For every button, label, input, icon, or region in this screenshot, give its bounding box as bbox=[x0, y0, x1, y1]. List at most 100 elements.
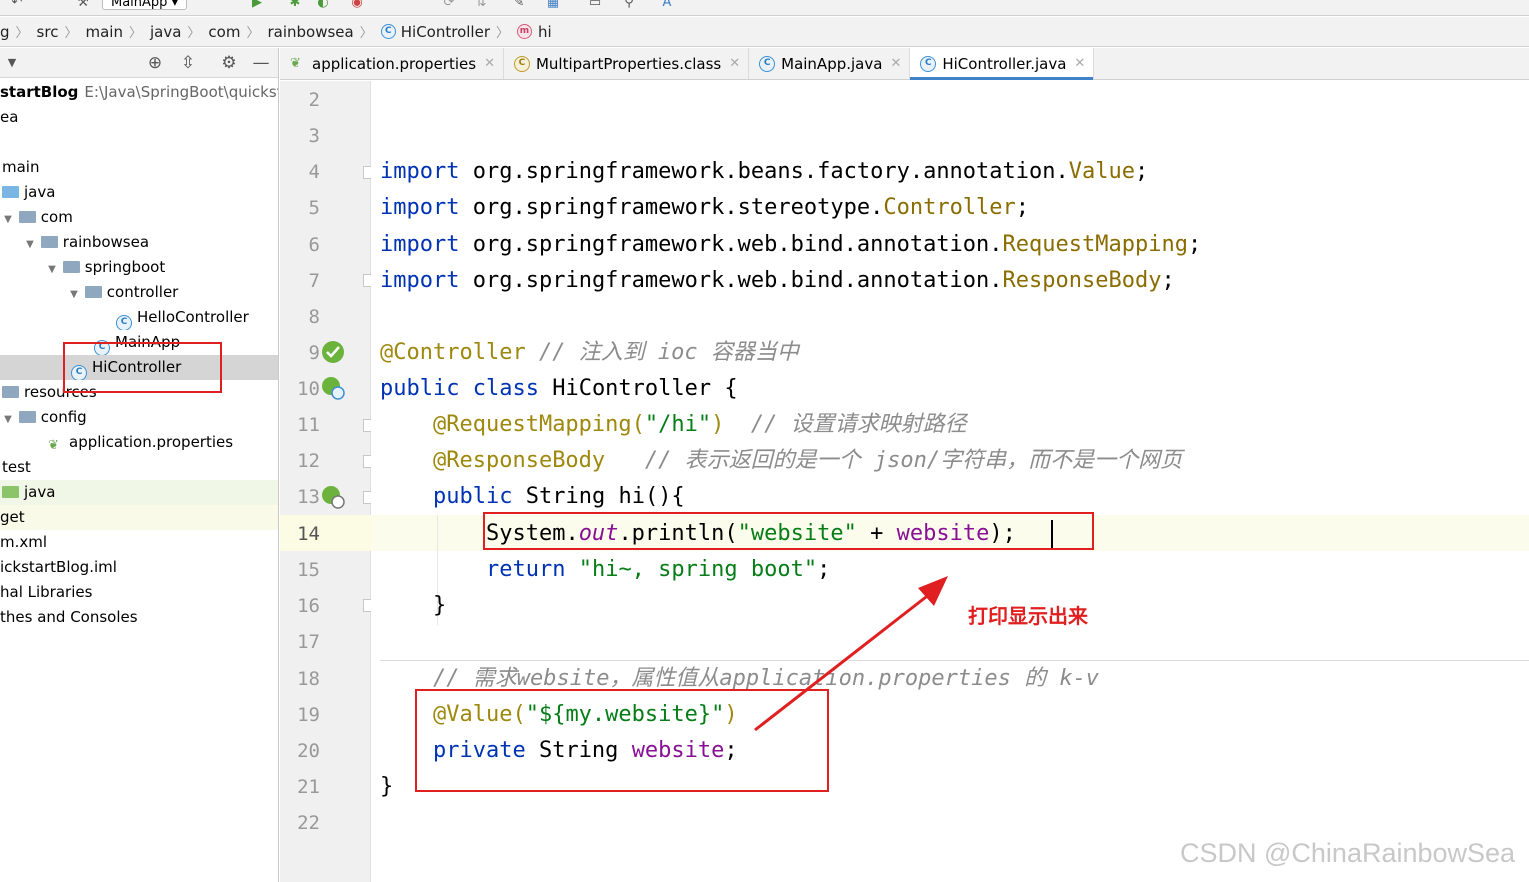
tree-item-com[interactable]: ▼ com bbox=[0, 205, 278, 230]
breadcrumb-label: HiController bbox=[400, 22, 490, 41]
translate-icon[interactable]: A bbox=[658, 0, 676, 10]
code-line-4[interactable]: import org.springframework.beans.factory… bbox=[380, 154, 1148, 190]
tree-item-label: ickstartBlog.iml bbox=[0, 558, 117, 576]
code-line-6[interactable]: import org.springframework.web.bind.anno… bbox=[380, 227, 1201, 263]
dropdown-arrow-icon[interactable]: ▼ bbox=[2, 53, 22, 73]
string-literal: "hi~, spring boot" bbox=[578, 557, 818, 582]
code-line-16[interactable]: } bbox=[380, 588, 446, 624]
collapse-all-icon[interactable]: ⇳ bbox=[178, 53, 198, 73]
breadcrumb-com[interactable]: com bbox=[208, 23, 240, 41]
hammer-icon[interactable]: ⚒ bbox=[74, 0, 92, 10]
close-icon[interactable]: ✕ bbox=[890, 56, 901, 71]
line-number: 20 bbox=[297, 740, 320, 762]
profile-icon[interactable]: ◉ bbox=[348, 0, 366, 10]
tree-item-controller[interactable]: ▼ controller bbox=[0, 280, 278, 305]
frame-icon[interactable]: ▭ bbox=[586, 0, 604, 10]
tree-item-springboot[interactable]: ▼ springboot bbox=[0, 255, 278, 280]
tree-item-target[interactable]: get bbox=[0, 505, 278, 530]
breadcrumb-separator: 〉 bbox=[246, 26, 260, 41]
debug-icon[interactable]: ✱ bbox=[286, 0, 304, 10]
expand-arrow-icon[interactable]: ▼ bbox=[68, 282, 80, 305]
line-number: 9 bbox=[308, 342, 320, 364]
code-line-7[interactable]: import org.springframework.web.bind.anno… bbox=[380, 263, 1175, 299]
search-icon[interactable]: ⚲ bbox=[620, 0, 638, 10]
semicolon: ; bbox=[817, 557, 831, 582]
code-line-5[interactable]: import org.springframework.stereotype.Co… bbox=[380, 190, 1029, 226]
method-declaration: hi(){ bbox=[618, 484, 685, 509]
spring-bean-gutter-icon[interactable] bbox=[320, 375, 346, 401]
spring-bean-gutter-icon[interactable] bbox=[320, 339, 346, 365]
structure-icon[interactable]: ▦ bbox=[544, 0, 562, 10]
comment: // 表示返回的是一个 json/字符串，而不是一个网页 bbox=[644, 448, 1183, 473]
project-tool-window: ▼ ⊕ ⇳ ⚙ — startBlog E:\Java\SpringBoot\qu… bbox=[0, 48, 279, 882]
close-icon[interactable]: ✕ bbox=[729, 56, 740, 71]
keyword: public class bbox=[380, 376, 539, 401]
tree-item-test[interactable]: test bbox=[0, 455, 278, 480]
run-config-label: MainApp bbox=[111, 0, 168, 10]
tree-item-application-properties[interactable]: ❦ application.properties bbox=[0, 430, 278, 455]
code-line-11[interactable]: @RequestMapping("/hi") // 设置请求映射路径 bbox=[380, 407, 967, 443]
breadcrumb-java[interactable]: java bbox=[150, 23, 181, 41]
tree-item-rainbowsea[interactable]: ▼ rainbowsea bbox=[0, 230, 278, 255]
code-line-12[interactable]: @ResponseBody // 表示返回的是一个 json/字符串，而不是一个… bbox=[380, 443, 1182, 479]
request-mapping-gutter-icon[interactable] bbox=[320, 484, 346, 510]
tree-item-scratches[interactable]: thes and Consoles bbox=[0, 605, 278, 630]
code-line-13[interactable]: public String hi(){ bbox=[380, 479, 685, 515]
tree-item-main[interactable]: main bbox=[0, 155, 278, 180]
package-icon bbox=[62, 261, 80, 273]
tree-item-idea[interactable]: ea bbox=[0, 105, 278, 130]
code-line-9[interactable]: @Controller // 注入到 ioc 容器当中 bbox=[380, 335, 799, 371]
tree-item-config[interactable]: ▼ config bbox=[0, 405, 278, 430]
run-icon[interactable]: ▶ bbox=[248, 0, 266, 10]
breadcrumb-method-hi[interactable]: m hi bbox=[517, 23, 552, 41]
tree-item-test-java[interactable]: java bbox=[0, 480, 278, 505]
highlight-box-tree-hicontroller bbox=[63, 342, 222, 393]
coverage-icon[interactable]: ◐ bbox=[314, 0, 332, 10]
method-icon: m bbox=[517, 24, 532, 39]
tree-item-pom-xml[interactable]: m.xml bbox=[0, 530, 278, 555]
update-icon[interactable]: ⟳ bbox=[440, 0, 458, 10]
breadcrumb-main[interactable]: main bbox=[85, 23, 122, 41]
gear-icon[interactable]: ⚙ bbox=[219, 53, 239, 73]
close-icon[interactable]: ✕ bbox=[484, 56, 495, 71]
tree-item-module[interactable]: startBlog E:\Java\SpringBoot\quicksta bbox=[0, 80, 278, 105]
wrench-icon[interactable]: ✎ bbox=[510, 0, 528, 10]
locate-file-icon[interactable]: ⊕ bbox=[145, 53, 165, 73]
tab-mainapp[interactable]: C MainApp.java ✕ bbox=[749, 48, 911, 79]
back-arrow-icon[interactable]: ↶ bbox=[8, 0, 26, 10]
tree-item-iml[interactable]: ickstartBlog.iml bbox=[0, 555, 278, 580]
run-configuration-selector[interactable]: MainApp ▾ bbox=[102, 0, 188, 10]
annotation: @ResponseBody bbox=[432, 448, 606, 473]
code-line-15[interactable]: return "hi~, spring boot"; bbox=[380, 552, 830, 588]
breadcrumb-rainbowsea[interactable]: rainbowsea bbox=[267, 23, 353, 41]
expand-arrow-icon[interactable]: ▼ bbox=[2, 407, 14, 430]
line-number-current: 14 bbox=[297, 523, 320, 545]
tab-application-properties[interactable]: ❦ application.properties ✕ bbox=[280, 48, 504, 79]
breadcrumb-src[interactable]: src bbox=[37, 23, 59, 41]
breadcrumb-separator: 〉 bbox=[64, 26, 78, 41]
breadcrumb-separator: 〉 bbox=[15, 26, 29, 41]
expand-arrow-icon[interactable]: ▼ bbox=[46, 257, 58, 280]
tree-item-java[interactable]: java bbox=[0, 180, 278, 205]
minimize-icon[interactable]: — bbox=[251, 53, 271, 73]
package-name: org.springframework.web.bind.annotation. bbox=[472, 232, 1003, 257]
expand-arrow-icon[interactable]: ▼ bbox=[24, 232, 36, 255]
semicolon: ; bbox=[1161, 268, 1175, 293]
keyword: import bbox=[380, 195, 460, 220]
tree-item-external-libraries[interactable]: hal Libraries bbox=[0, 580, 278, 605]
code-line-21[interactable]: } bbox=[380, 769, 393, 805]
expand-arrow-icon[interactable]: ▼ bbox=[2, 207, 14, 230]
tree-item-hellocontroller[interactable]: C HelloController bbox=[0, 305, 278, 330]
breadcrumb-hicontroller[interactable]: C HiController bbox=[380, 22, 490, 41]
highlight-box-value-field bbox=[415, 689, 829, 792]
close-icon[interactable]: ✕ bbox=[1074, 56, 1085, 71]
breadcrumb-project[interactable]: g bbox=[0, 23, 10, 41]
tab-hicontroller[interactable]: C HiController.java ✕ bbox=[910, 48, 1095, 80]
code-line-10[interactable]: public class HiController { bbox=[380, 371, 738, 407]
annotation: @Controller bbox=[380, 340, 526, 365]
package-icon bbox=[40, 236, 58, 248]
sync-icon[interactable]: ⇅ bbox=[472, 0, 490, 10]
tree-item-label: com bbox=[40, 208, 73, 226]
editor-gutter: 2 3 4 5 6 7 8 9 10 11 12 13 14 15 16 17 … bbox=[280, 81, 375, 882]
tab-multipart-properties[interactable]: C MultipartProperties.class ✕ bbox=[504, 48, 750, 79]
